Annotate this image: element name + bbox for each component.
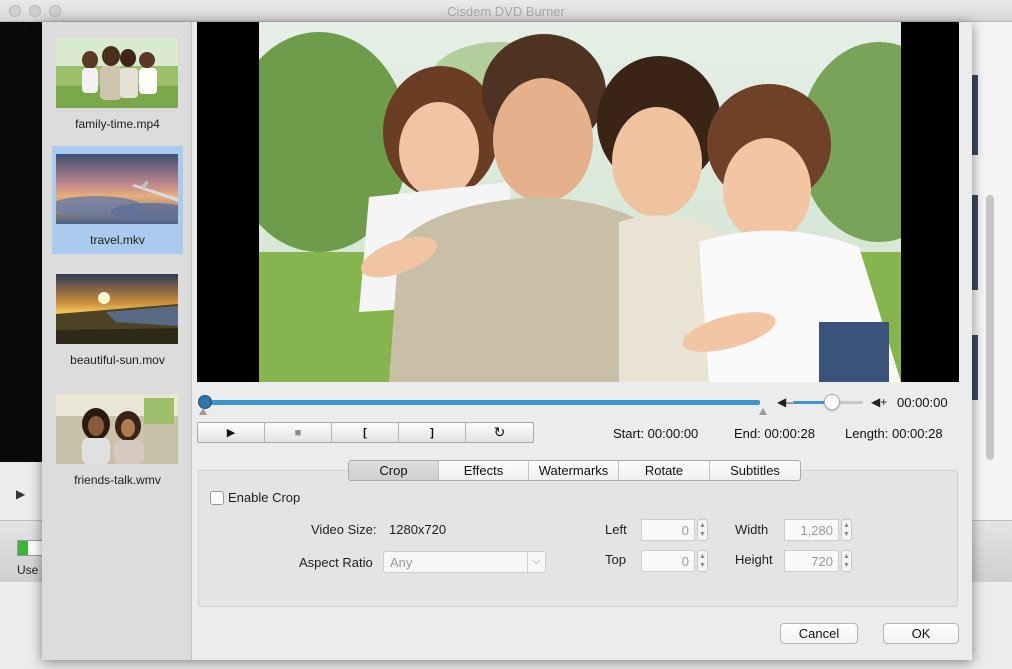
width-stepper[interactable]: ▲ ▼	[841, 519, 852, 541]
aspect-ratio-select[interactable]: Any ⌵	[383, 551, 546, 573]
height-label: Height	[735, 552, 773, 567]
width-field[interactable]: 1,280	[784, 519, 839, 541]
volume-slider-knob[interactable]	[824, 394, 840, 410]
end-time: End: 00:00:28	[734, 426, 815, 441]
ok-button[interactable]: OK	[883, 623, 959, 644]
tab-watermarks[interactable]: Watermarks	[529, 461, 619, 480]
travel-thumbnail	[56, 154, 178, 224]
tab-crop[interactable]: Crop	[349, 461, 439, 480]
window-title: Cisdem DVD Burner	[447, 4, 565, 19]
in-point-marker[interactable]	[199, 408, 207, 415]
aspect-ratio-label: Aspect Ratio	[299, 555, 373, 570]
playhead-handle[interactable]	[198, 395, 212, 409]
top-field[interactable]: 0	[641, 550, 695, 572]
mark-out-icon: ]	[430, 426, 434, 439]
height-stepper[interactable]: ▲ ▼	[841, 550, 852, 572]
enable-crop-checkbox[interactable]	[210, 491, 224, 505]
cancel-button[interactable]: Cancel	[780, 623, 858, 644]
file-list-sidebar: family-time.mp4 travel.mkv beautiful-sun…	[42, 22, 192, 660]
volume-low-icon: ◀–	[777, 395, 793, 409]
video-size-label: Video Size:	[311, 522, 377, 537]
height-field[interactable]: 720	[784, 550, 839, 572]
file-name-label: beautiful-sun.mov	[70, 353, 165, 367]
video-frame	[259, 22, 901, 382]
aspect-ratio-value: Any	[390, 555, 413, 570]
background-thumbnail	[972, 335, 978, 400]
background-play-icon: ▶	[16, 487, 26, 501]
file-item-friends-talk[interactable]: friends-talk.wmv	[52, 386, 183, 494]
edit-video-sheet: family-time.mp4 travel.mkv beautiful-sun…	[42, 22, 972, 660]
left-stepper[interactable]: ▲ ▼	[697, 519, 708, 541]
stop-button[interactable]: ■	[265, 423, 332, 442]
left-label: Left	[605, 522, 627, 537]
file-item-travel[interactable]: travel.mkv	[52, 146, 183, 254]
mark-out-button[interactable]: ]	[399, 423, 466, 442]
file-name-label: travel.mkv	[90, 233, 145, 247]
chevron-down-icon: ⌵	[527, 552, 545, 572]
mark-in-icon: [	[363, 426, 367, 439]
sunset-thumbnail	[56, 274, 178, 344]
stop-icon: ■	[294, 426, 302, 439]
file-name-label: friends-talk.wmv	[74, 473, 161, 487]
background-thumbnail	[972, 195, 978, 290]
tab-effects[interactable]: Effects	[439, 461, 529, 480]
start-time: Start: 00:00:00	[613, 426, 699, 441]
out-point-marker[interactable]	[759, 408, 767, 415]
tab-subtitles[interactable]: Subtitles	[710, 461, 800, 480]
left-field[interactable]: 0	[641, 519, 695, 541]
mark-in-button[interactable]: [	[332, 423, 399, 442]
background-video-area	[0, 22, 42, 462]
disc-used-label: Use	[17, 563, 39, 577]
play-icon: ▶	[226, 427, 236, 439]
tab-rotate[interactable]: Rotate	[619, 461, 710, 480]
video-size-value: 1280x720	[389, 522, 447, 537]
top-stepper[interactable]: ▲ ▼	[697, 550, 708, 572]
playback-controls: ▶ ■ [ ] ↻	[197, 422, 534, 443]
background-scrollbar[interactable]	[986, 195, 994, 460]
volume-high-icon: ◀+	[871, 395, 888, 409]
play-button[interactable]: ▶	[198, 423, 265, 442]
disc-usage-meter	[17, 540, 43, 556]
reset-button[interactable]: ↻	[466, 423, 533, 442]
family-thumbnail	[56, 38, 178, 108]
friends-thumbnail	[56, 394, 178, 464]
timeline-track[interactable]	[205, 400, 760, 405]
background-thumbnail	[972, 75, 978, 155]
editor-main-panel: ◀– ◀+ 00:00:00 ▶ ■ [ ] ↻ Start: 00:00:00…	[193, 22, 972, 660]
top-label: Top	[605, 552, 626, 567]
file-name-label: family-time.mp4	[75, 117, 160, 131]
reset-icon: ↻	[493, 424, 506, 440]
edit-tabs: Crop Effects Watermarks Rotate Subtitles	[348, 460, 801, 481]
file-item-family-time[interactable]: family-time.mp4	[52, 30, 183, 138]
current-time: 00:00:00	[897, 395, 948, 410]
file-item-beautiful-sun[interactable]: beautiful-sun.mov	[52, 266, 183, 374]
enable-crop-label: Enable Crop	[228, 490, 301, 505]
video-preview	[197, 22, 959, 382]
width-label: Width	[735, 522, 769, 537]
length-time: Length: 00:00:28	[845, 426, 943, 441]
